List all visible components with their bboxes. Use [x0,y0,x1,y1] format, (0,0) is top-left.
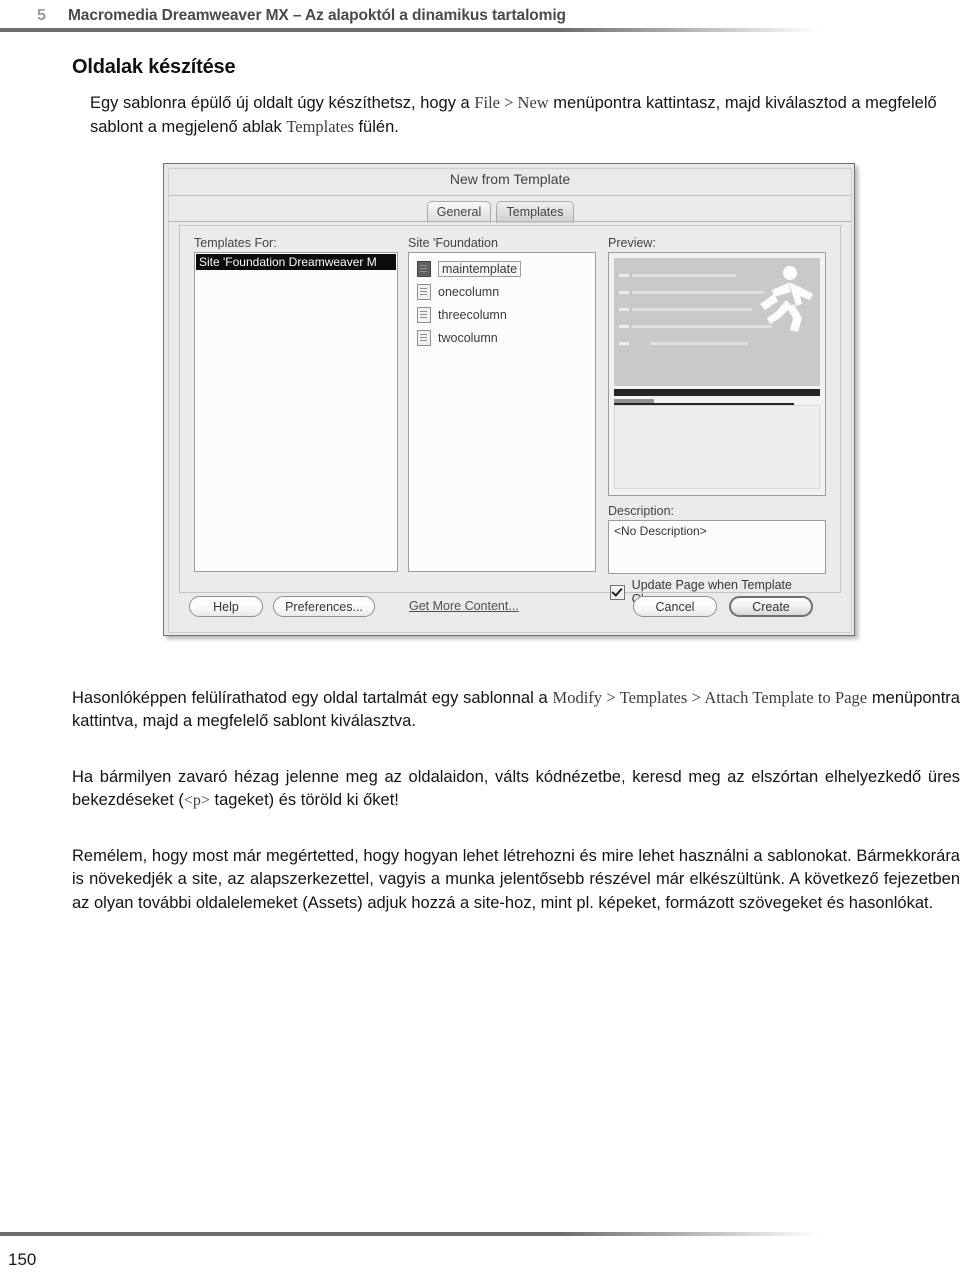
template-file-icon [417,284,431,300]
template-name: threecolumn [438,308,507,322]
paragraph-empty-tags: Ha bármilyen zavaró hézag jelenne meg az… [72,766,960,813]
header-title: Macromedia Dreamweaver MX – Az alapoktól… [68,7,566,24]
template-name: maintemplate [438,261,522,277]
dialog-panel: Templates For: Site 'Foundation Dreamwea… [179,225,841,606]
p2-text-2: tageket) és töröld ki őket! [209,791,399,810]
template-name: onecolumn [438,285,500,299]
list-item[interactable]: maintemplate [417,260,522,278]
tabstrip-base-line [169,221,851,222]
list-item[interactable]: Site 'Foundation Dreamweaver M [196,254,396,270]
chapter-number: 5 [37,7,46,24]
tab-templates[interactable]: Templates [496,201,574,223]
create-button[interactable]: Create [729,596,813,617]
tab-general[interactable]: General [427,201,491,223]
running-header: 5 Macromedia Dreamweaver MX – Az alapokt… [0,4,960,28]
site-templates-listbox[interactable]: maintemplate onecolumn threecolumn twoco… [408,252,596,572]
dialog-title: New from Template [449,171,571,187]
preview-pane [608,252,826,496]
page-number: 150 [8,1250,37,1269]
templates-for-label: Templates For: [194,236,277,250]
intro-paragraph: Egy sablonra épülő új oldalt úgy készíth… [90,91,958,140]
frame-fade-top [560,26,960,33]
list-item[interactable]: onecolumn [417,283,499,301]
site-templates-label: Site 'Foundation [408,236,498,250]
description-box: <No Description> [608,520,826,574]
titlebar-divider [169,195,851,196]
template-file-icon [417,261,431,277]
new-from-template-dialog-screenshot: New from Template General Templates Temp… [163,163,855,636]
intro-text-3: fülén. [353,118,399,137]
tab-reference-templates: Templates [286,117,354,137]
preview-label: Preview: [608,236,656,250]
template-file-icon [417,330,431,346]
help-button[interactable]: Help [189,596,263,617]
frame-fade-bottom [560,1229,960,1236]
dialog-button-row: Help Preferences... Get More Content... … [169,596,851,626]
description-value: <No Description> [614,524,707,538]
description-label: Description: [608,504,674,518]
runner-figure-icon [760,266,813,332]
templates-for-listbox[interactable]: Site 'Foundation Dreamweaver M [194,252,398,572]
cancel-button[interactable]: Cancel [633,596,717,617]
list-item[interactable]: threecolumn [417,306,507,324]
paragraph-summary: Remélem, hogy most már megértetted, hogy… [72,846,960,912]
page-title: Oldalak készítése [72,56,236,78]
page-content-lower: Hasonlóképpen felülírathatod egy oldal t… [72,686,960,921]
dialog-tabstrip: General Templates [169,201,851,223]
preview-blank-area [614,405,820,489]
menu-path-file-new: File > New [474,93,549,112]
preferences-button[interactable]: Preferences... [273,596,375,617]
p1-text-1: Hasonlóképpen felülírathatod egy oldal t… [72,689,553,707]
template-name: twocolumn [438,331,498,345]
paragraph-attach-template: Hasonlóképpen felülírathatod egy oldal t… [72,686,960,734]
list-item[interactable]: twocolumn [417,329,498,347]
menu-path-attach-template: Modify > Templates > Attach Template to … [552,688,868,707]
get-more-content-link[interactable]: Get More Content... [409,596,519,617]
template-thumbnail [614,258,820,386]
page-content: Oldalak készítése Egy sablonra épülő új … [72,56,960,146]
intro-text-1: Egy sablonra épülő új oldalt úgy készíth… [90,94,475,112]
template-file-icon [417,307,431,323]
code-tag-p: <p> [183,792,210,810]
dialog-window: New from Template General Templates Temp… [168,168,852,633]
